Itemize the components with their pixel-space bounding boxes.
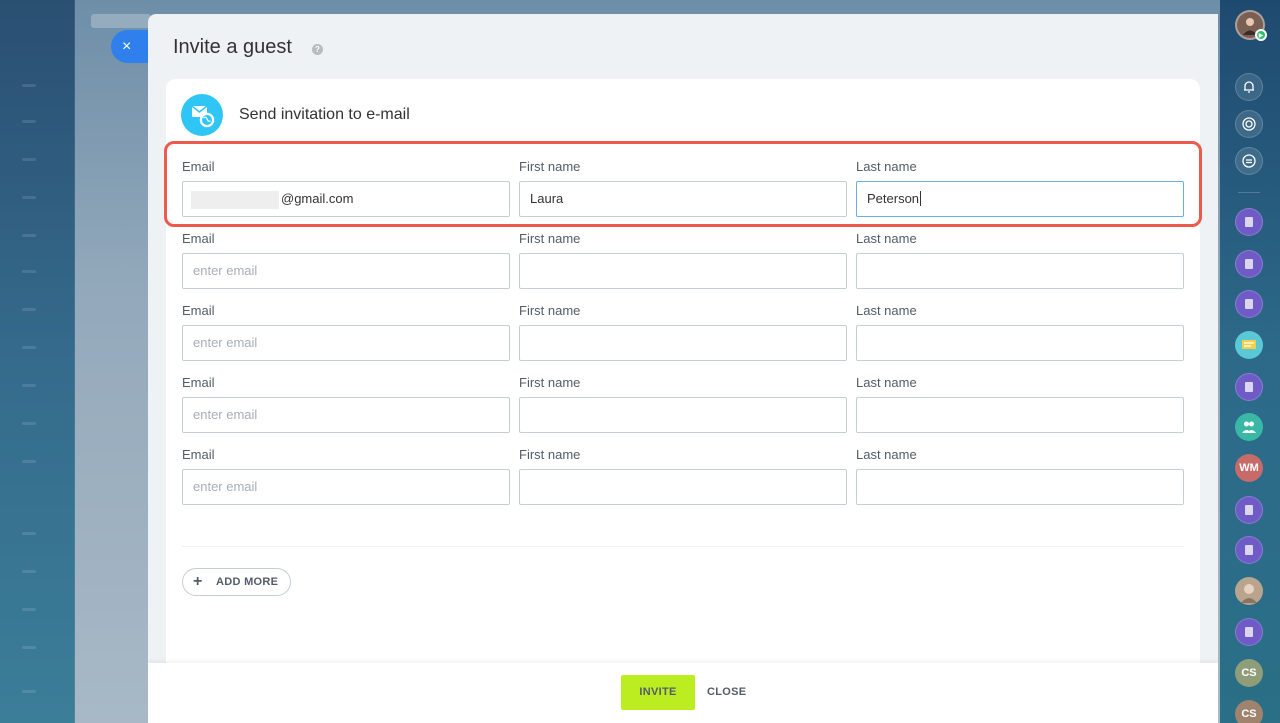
last-name-input[interactable] — [856, 469, 1184, 505]
first-name-input[interactable] — [519, 325, 847, 361]
divider — [182, 546, 1184, 547]
first-name-label: First name — [519, 231, 581, 246]
last-name-label: Last name — [856, 159, 917, 174]
chat-contact-icon[interactable] — [1235, 496, 1263, 524]
first-name-field-group: First name Laura — [519, 159, 847, 217]
chat-contact-icon[interactable] — [1235, 373, 1263, 401]
first-name-input[interactable] — [519, 469, 847, 505]
email-input[interactable]: enter email — [182, 469, 510, 505]
last-name-input[interactable] — [856, 253, 1184, 289]
plus-icon: + — [193, 573, 203, 590]
email-input[interactable]: enter email — [182, 325, 510, 361]
last-name-input[interactable] — [856, 325, 1184, 361]
add-more-button[interactable]: + ADD MORE — [182, 568, 291, 596]
avatar[interactable]: CS — [1235, 659, 1263, 687]
add-more-label: ADD MORE — [216, 576, 279, 588]
email-input[interactable]: @gmail.com — [182, 181, 510, 217]
last-name-input[interactable] — [856, 397, 1184, 433]
chat-contact-icon[interactable] — [1235, 250, 1263, 278]
email-label: Email — [182, 231, 215, 246]
close-button[interactable]: CLOSE — [707, 675, 746, 710]
avatar[interactable]: CS — [1235, 700, 1263, 723]
first-name-input[interactable]: Laura — [519, 181, 847, 217]
email-label: Email — [182, 375, 215, 390]
last-name-label: Last name — [856, 447, 917, 462]
last-name-label: Last name — [856, 303, 917, 318]
masked-text — [191, 190, 279, 209]
people-icon[interactable] — [1235, 413, 1263, 441]
email-input[interactable]: enter email — [182, 253, 510, 289]
last-name-value: Peterson — [867, 191, 920, 206]
email-value: @gmail.com — [281, 191, 354, 206]
email-label: Email — [182, 159, 215, 174]
page-title: Invite a guest — [173, 36, 292, 58]
background-right-bar — [1220, 0, 1280, 723]
email-label: Email — [182, 303, 215, 318]
first-name-label: First name — [519, 375, 581, 390]
last-name-field-group: Last name Peterson — [856, 159, 1184, 217]
last-name-label: Last name — [856, 231, 917, 246]
invite-row: Email enter email First name Last name — [182, 375, 1184, 437]
card-heading: Send invitation to e-mail — [239, 106, 410, 123]
invite-row: Email @gmail.com First name Laura Last n… — [182, 159, 1184, 221]
invite-button[interactable]: INVITE — [621, 675, 695, 710]
right-bar-divider — [1238, 192, 1260, 193]
first-name-label: First name — [519, 159, 581, 174]
email-label: Email — [182, 447, 215, 462]
invite-guest-panel: Invite a guest ? Send invitation to e-ma… — [148, 14, 1218, 723]
panel-footer: INVITE CLOSE — [148, 663, 1218, 723]
first-name-input[interactable] — [519, 397, 847, 433]
avatar[interactable]: WM — [1235, 454, 1263, 482]
bell-icon[interactable] — [1235, 73, 1263, 101]
first-name-input[interactable] — [519, 253, 847, 289]
invite-row: Email enter email First name Last name — [182, 303, 1184, 365]
last-name-input[interactable]: Peterson — [856, 181, 1184, 217]
email-field-group: Email @gmail.com — [182, 159, 510, 217]
close-icon: × — [122, 38, 132, 55]
background-left-menu — [0, 0, 75, 723]
invitation-card: Send invitation to e-mail Email @gmail.c… — [164, 79, 1202, 679]
help-icon[interactable]: ? — [312, 44, 323, 55]
email-input[interactable]: enter email — [182, 397, 510, 433]
goal-icon[interactable] — [1235, 110, 1263, 138]
chat-contact-icon[interactable] — [1235, 290, 1263, 318]
invite-row: Email enter email First name Last name — [182, 231, 1184, 293]
last-name-label: Last name — [856, 375, 917, 390]
online-status-icon: ▶ — [1255, 29, 1267, 41]
group-chat-icon[interactable] — [1235, 331, 1263, 359]
user-photo-avatar[interactable] — [1235, 577, 1263, 605]
invite-row: Email enter email First name Last name — [182, 447, 1184, 509]
chat-icon[interactable] — [1235, 147, 1263, 175]
chat-contact-icon[interactable] — [1235, 618, 1263, 646]
chat-contact-icon[interactable] — [1235, 208, 1263, 236]
first-name-label: First name — [519, 303, 581, 318]
chat-contact-icon[interactable] — [1235, 536, 1263, 564]
email-globe-icon — [181, 94, 223, 136]
first-name-label: First name — [519, 447, 581, 462]
